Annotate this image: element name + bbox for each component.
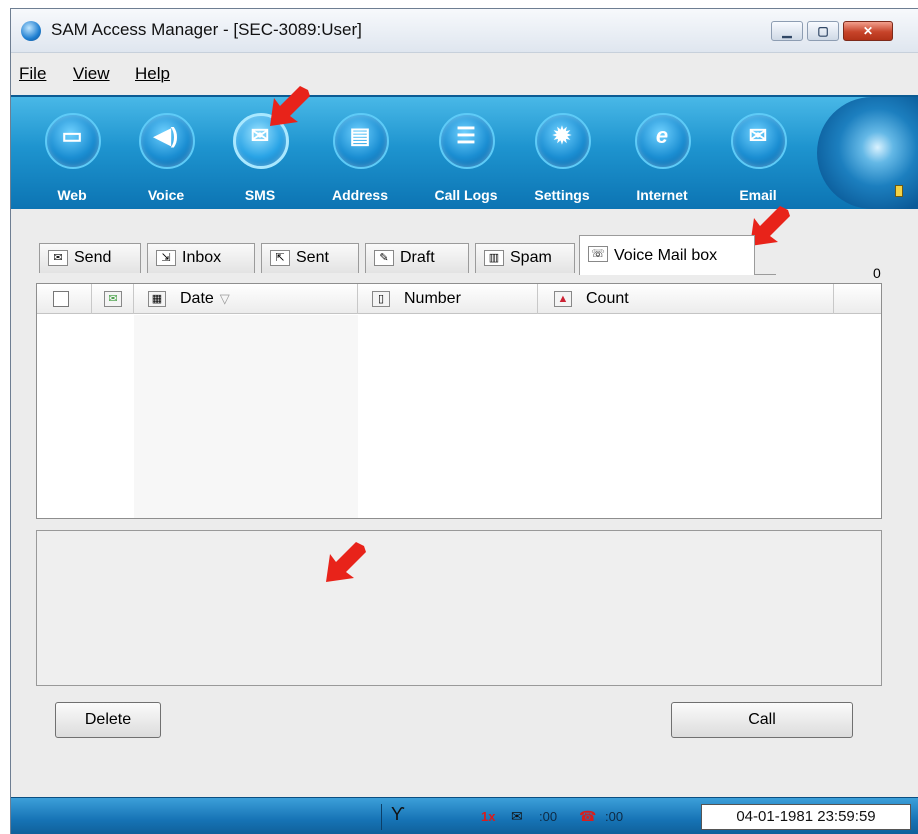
- tab-label: Spam: [510, 249, 552, 266]
- maximize-icon: ▢: [817, 24, 829, 38]
- phone-icon: ▯: [372, 291, 390, 307]
- count-icon: ▲: [554, 291, 572, 307]
- app-window: SAM Access Manager - [SEC-3089:User] ▁ ▢…: [10, 8, 918, 834]
- close-icon: ✕: [862, 24, 874, 38]
- toolbar-label: Call Logs: [434, 187, 498, 203]
- inbox-icon: ⇲: [156, 250, 176, 266]
- column-date-label: Date: [180, 290, 214, 307]
- trash-icon: ▥: [484, 250, 504, 266]
- address-book-icon: ▤: [349, 123, 371, 148]
- battery-icon: [895, 185, 903, 197]
- draft-icon: ✎: [374, 250, 394, 266]
- voicemail-list[interactable]: ✉ ▦ Date ▽ ▯ Number ▲ Count: [36, 283, 882, 519]
- menu-view[interactable]: View: [73, 64, 110, 84]
- delete-button[interactable]: Delete: [55, 702, 161, 738]
- menu-help[interactable]: Help: [135, 64, 170, 84]
- call-timer: :00: [605, 809, 624, 824]
- minimize-button[interactable]: ▁: [771, 21, 803, 41]
- column-number[interactable]: ▯ Number: [358, 284, 538, 314]
- message-count: 0: [873, 265, 881, 281]
- column-number-label: Number: [404, 290, 461, 307]
- list-header: ✉ ▦ Date ▽ ▯ Number ▲ Count: [37, 284, 881, 314]
- message-preview-pane: [36, 530, 882, 686]
- app-icon: [21, 21, 41, 41]
- message-timer: :00: [539, 809, 558, 824]
- column-count[interactable]: ▲ Count: [538, 284, 834, 314]
- column-count-label: Count: [586, 290, 629, 307]
- toolbar-label: Web: [57, 187, 87, 203]
- tab-inbox[interactable]: ⇲ Inbox: [147, 243, 255, 273]
- toolbar-web-button[interactable]: ▭ Web: [27, 109, 117, 203]
- annotation-arrow-sms: [270, 86, 310, 126]
- tab-send[interactable]: ✉ Send: [39, 243, 141, 273]
- web-icon: ▭: [61, 123, 83, 148]
- select-all-checkbox[interactable]: [53, 291, 69, 307]
- tab-spam[interactable]: ▥ Spam: [475, 243, 575, 273]
- call-button[interactable]: Call: [671, 702, 853, 738]
- tab-voice-mail-box[interactable]: ☏ Voice Mail box: [579, 235, 755, 275]
- call-icon: ☎: [579, 808, 597, 824]
- email-icon: ✉: [748, 123, 768, 148]
- sort-descending-icon: ▽: [219, 291, 230, 306]
- header-status[interactable]: ✉: [92, 284, 134, 314]
- toolbar-internet-button[interactable]: e Internet: [617, 109, 707, 203]
- menu-file[interactable]: File: [19, 64, 46, 84]
- column-date[interactable]: ▦ Date ▽: [134, 284, 358, 314]
- annotation-arrow-preview: [326, 542, 366, 582]
- status-bar: Ƴ 1x ✉ :00 ☎ :00 04-01-1981 23:59:59: [11, 797, 918, 834]
- tab-label: Draft: [400, 249, 435, 266]
- title-bar: SAM Access Manager - [SEC-3089:User] ▁ ▢…: [11, 9, 918, 53]
- sent-icon: ⇱: [270, 250, 290, 266]
- menu-bar: File View Help: [11, 57, 918, 91]
- close-button[interactable]: ✕: [843, 21, 893, 41]
- calendar-icon: ▦: [148, 291, 166, 307]
- toolbar-settings-button[interactable]: ✹ Settings: [517, 109, 607, 203]
- tab-draft[interactable]: ✎ Draft: [365, 243, 469, 273]
- network-type: 1x: [481, 809, 496, 824]
- toolbar-label: Settings: [534, 187, 590, 203]
- voicemail-icon: ☏: [588, 246, 608, 262]
- tab-label: Voice Mail box: [614, 247, 718, 264]
- tab-label: Inbox: [182, 249, 222, 266]
- internet-explorer-icon: e: [655, 123, 669, 148]
- tab-label: Send: [74, 249, 112, 266]
- toolbar-label: Address: [331, 187, 389, 203]
- envelope-icon: ✉: [48, 250, 68, 266]
- toolbar-label: Email: [739, 187, 777, 203]
- window-title: SAM Access Manager - [SEC-3089:User]: [51, 20, 362, 39]
- toolbar-email-button[interactable]: ✉ Email: [713, 109, 803, 203]
- status-separator: [381, 804, 382, 830]
- tab-strip-edge: [754, 253, 776, 275]
- speaker-icon: ◀): [153, 123, 179, 148]
- device-datetime: 04-01-1981 23:59:59: [701, 804, 911, 830]
- toolbar-label: SMS: [244, 187, 276, 203]
- date-column-fill: [134, 315, 358, 518]
- toolbar-label: Internet: [636, 187, 688, 203]
- maximize-button[interactable]: ▢: [807, 21, 839, 41]
- main-toolbar: ▭ Web ◀) Voice ✉ SMS ▤ Address ☰ Call Lo…: [11, 95, 918, 209]
- minimize-icon: ▁: [782, 24, 792, 38]
- envelope-icon: ✉: [104, 291, 122, 307]
- tab-sent[interactable]: ⇱ Sent: [261, 243, 359, 273]
- tab-label: Sent: [296, 249, 329, 266]
- toolbar-voice-button[interactable]: ◀) Voice: [121, 109, 211, 203]
- call-log-icon: ☰: [456, 123, 476, 148]
- message-icon: ✉: [511, 808, 523, 824]
- signal-antenna-icon: Ƴ: [391, 804, 405, 824]
- toolbar-call-logs-button[interactable]: ☰ Call Logs: [421, 109, 511, 203]
- gear-icon: ✹: [552, 123, 572, 148]
- toolbar-address-button[interactable]: ▤ Address: [315, 109, 405, 203]
- header-select-all[interactable]: [37, 284, 92, 314]
- toolbar-label: Voice: [147, 187, 185, 203]
